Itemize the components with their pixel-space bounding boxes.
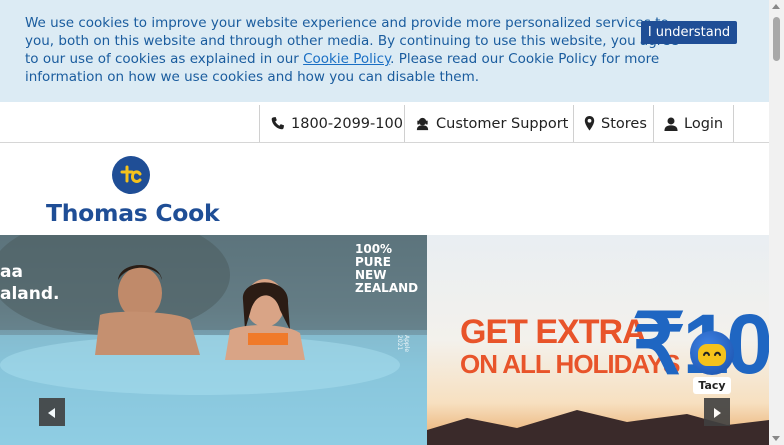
hero-carousel: aa aland. 100% PURE NEW ZEALAND Apple 20… (0, 235, 769, 445)
support-agent-icon (415, 116, 430, 131)
hero-tagline-line1: aa (0, 262, 23, 282)
cookie-message: We use cookies to improve your website e… (25, 14, 685, 86)
tacy-robot-icon (690, 331, 734, 375)
chat-assistant-widget[interactable]: Tacy (688, 331, 738, 397)
carousel-prev-button[interactable] (39, 398, 65, 426)
logo-mark-icon (112, 156, 150, 194)
utility-bar: 1800-2099-100 Customer Support Stores Lo… (0, 102, 769, 143)
stores-label: Stores (601, 115, 647, 132)
hero-tagline-line2: aland. (0, 284, 60, 304)
hero-tagline: aa aland. (0, 261, 60, 305)
login-label: Login (684, 115, 724, 132)
user-icon (664, 116, 678, 131)
cookie-accept-button[interactable]: I understand (641, 21, 737, 44)
photo-credit: Apple 2021 (396, 335, 410, 353)
stores-link[interactable]: Stores (573, 105, 657, 142)
promo-headline: GET EXTRA (460, 313, 647, 351)
logo-wordmark: Thomas Cook (46, 199, 220, 227)
phone-number: 1800-2099-100 (291, 115, 403, 132)
cookie-policy-link[interactable]: Cookie Policy (303, 51, 390, 67)
badge-line1: 100% PURE (355, 242, 393, 269)
page-scrollbar[interactable] (769, 0, 784, 445)
triangle-left-icon (48, 403, 56, 422)
login-link[interactable]: Login (653, 105, 735, 142)
triangle-right-icon (713, 403, 721, 422)
pure-nz-badge: 100% PURE NEW ZEALAND (355, 243, 427, 295)
scrollbar-thumb[interactable] (773, 17, 780, 61)
customer-support-link[interactable]: Customer Support (404, 105, 578, 142)
location-pin-icon (584, 116, 595, 131)
cookie-banner: We use cookies to improve your website e… (0, 0, 769, 102)
badge-line2: NEW ZEALAND (355, 268, 419, 295)
carousel-next-button[interactable] (704, 398, 730, 426)
scroll-up-arrow-icon[interactable] (772, 4, 780, 9)
thomas-cook-logo[interactable]: Thomas Cook (46, 156, 220, 228)
support-label: Customer Support (436, 115, 569, 132)
scroll-down-arrow-icon[interactable] (772, 436, 780, 441)
phone-link[interactable]: 1800-2099-100 (259, 105, 413, 142)
tacy-label: Tacy (693, 377, 731, 394)
phone-icon (270, 116, 285, 131)
